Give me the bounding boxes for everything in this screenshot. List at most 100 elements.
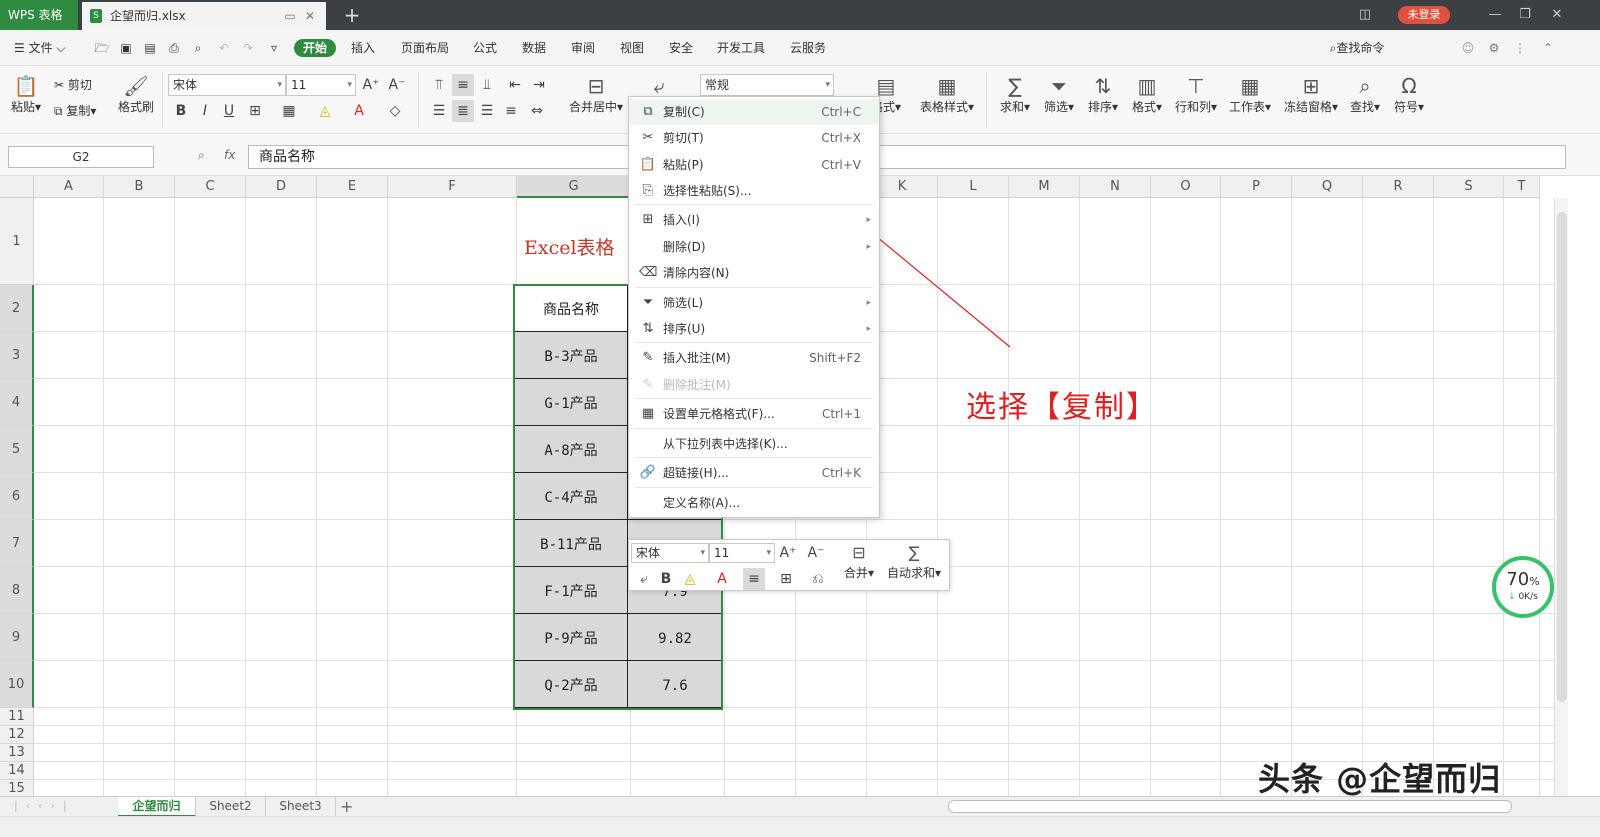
name-box[interactable]: G2: [8, 146, 154, 168]
merge-center-button[interactable]: ⊟ 合并居中▾: [566, 74, 626, 115]
column-header-c[interactable]: C: [175, 176, 246, 198]
product-cell[interactable]: Q-2产品: [514, 661, 628, 708]
login-button[interactable]: 未登录: [1398, 6, 1450, 24]
column-header-b[interactable]: B: [104, 176, 175, 198]
number-format-select[interactable]: 常规: [700, 74, 834, 96]
paste-button[interactable]: 📋 粘贴▾: [8, 74, 44, 115]
product-cell[interactable]: P-9产品: [514, 614, 628, 661]
align-left-icon[interactable]: ☰: [428, 100, 450, 122]
context-menu-item[interactable]: ✎ 删除批注(M): [629, 372, 879, 398]
bold-icon[interactable]: B: [170, 100, 192, 122]
mini-font-name-select[interactable]: 宋体: [631, 543, 709, 563]
context-menu-item[interactable]: 🔗 超链接(H)... Ctrl+K: [629, 460, 879, 486]
undo-icon[interactable]: ↶: [216, 39, 232, 57]
context-menu-item[interactable]: ▦ 设置单元格格式(F)... Ctrl+1: [629, 401, 879, 427]
h-cell-value[interactable]: 9.82: [628, 615, 722, 662]
sheet-tab-sheet2[interactable]: Sheet2: [196, 797, 266, 817]
font-color-icon[interactable]: A: [348, 100, 370, 122]
row-header-1[interactable]: 1: [0, 198, 34, 285]
column-header-g[interactable]: G: [517, 176, 631, 198]
context-menu-item[interactable]: ⊞ 插入(I) ▸: [629, 207, 879, 233]
menu-tab-page-layout[interactable]: 页面布局: [400, 39, 450, 57]
column-header-f[interactable]: F: [388, 176, 517, 198]
table-style-button[interactable]: ▦ 表格样式▾: [916, 74, 978, 115]
align-right-icon[interactable]: ☰: [476, 100, 498, 122]
more-icon[interactable]: ⋮: [1512, 39, 1528, 57]
column-header-e[interactable]: E: [317, 176, 388, 198]
wrap-text-button[interactable]: ⤶: [646, 74, 672, 98]
app-tab[interactable]: WPS 表格: [0, 0, 78, 30]
mini-format-painter-icon[interactable]: ⎌: [807, 568, 829, 590]
font-name-select[interactable]: 宋体: [168, 74, 286, 96]
mini-align-center-icon[interactable]: ≡: [743, 568, 765, 590]
add-sheet-icon[interactable]: +: [340, 797, 353, 816]
mini-merge-button[interactable]: ⊟ 合并▾: [839, 542, 879, 581]
window-layout-icon[interactable]: ◫: [1352, 0, 1378, 30]
gear-icon[interactable]: ⚙: [1486, 39, 1502, 57]
column-header-n[interactable]: N: [1080, 176, 1151, 198]
menu-tab-home[interactable]: 开始: [294, 39, 336, 57]
product-cell[interactable]: C-4产品: [514, 473, 628, 520]
increase-font-icon[interactable]: A⁺: [360, 74, 382, 96]
context-menu-item[interactable]: 从下拉列表中选择(K)...: [629, 431, 879, 457]
row-header-2[interactable]: 2: [0, 285, 34, 332]
decrease-font-icon[interactable]: A⁻: [386, 74, 408, 96]
row-col-button[interactable]: ⊤ 行和列▾: [1172, 74, 1220, 115]
menu-tab-insert[interactable]: 插入: [350, 39, 376, 57]
context-menu-item[interactable]: ⏷ 筛选(L) ▸: [629, 290, 879, 316]
cell-style-icon[interactable]: ▦: [278, 100, 300, 122]
menu-tab-cloud[interactable]: 云服务: [789, 39, 827, 57]
column-header-m[interactable]: M: [1009, 176, 1080, 198]
menu-tab-formulas[interactable]: 公式: [472, 39, 498, 57]
row-header-3[interactable]: 3: [0, 332, 34, 379]
redo-icon[interactable]: ↷: [240, 39, 256, 57]
indent-increase-icon[interactable]: ⇥: [528, 74, 550, 96]
product-cell[interactable]: B-3产品: [514, 332, 628, 379]
row-header-11[interactable]: 11: [0, 708, 34, 726]
mini-wrap-icon[interactable]: ⤶: [633, 568, 655, 590]
collapse-ribbon-icon[interactable]: ⌃: [1540, 39, 1556, 57]
row-header-12[interactable]: 12: [0, 726, 34, 744]
minimize-icon[interactable]: —: [1482, 0, 1508, 30]
column-header-o[interactable]: O: [1151, 176, 1221, 198]
sort-button[interactable]: ⇅ 排序▾: [1084, 74, 1122, 115]
underline-icon[interactable]: U: [218, 100, 240, 122]
sheet-nav-arrows-icon[interactable]: |‹‹›|: [14, 799, 75, 812]
mini-decrease-font-icon[interactable]: A⁻: [805, 542, 827, 564]
worksheet-button[interactable]: ▦ 工作表▾: [1226, 74, 1274, 115]
formula-input[interactable]: 商品名称: [248, 145, 1566, 169]
export-pdf-icon[interactable]: ▤: [142, 39, 158, 57]
row-header-5[interactable]: 5: [0, 426, 34, 473]
distributed-icon[interactable]: ⇔: [526, 100, 548, 122]
row-header-14[interactable]: 14: [0, 762, 34, 780]
context-menu-item[interactable]: 删除(D) ▸: [629, 234, 879, 260]
row-header-15[interactable]: 15: [0, 780, 34, 796]
context-menu-item[interactable]: ⇅ 排序(U) ▸: [629, 316, 879, 342]
context-menu-item[interactable]: ✂ 剪切(T) Ctrl+X: [629, 125, 879, 151]
border-icon[interactable]: ⊞: [244, 100, 266, 122]
filter-button[interactable]: ⏷ 筛选▾: [1040, 74, 1078, 115]
indent-decrease-icon[interactable]: ⇤: [504, 74, 526, 96]
column-header-l[interactable]: L: [938, 176, 1009, 198]
format-painter-button[interactable]: 🖌 格式刷: [114, 74, 158, 115]
save-icon[interactable]: ▣: [118, 39, 134, 57]
mini-fill-color-icon[interactable]: ◬: [679, 568, 701, 590]
italic-icon[interactable]: I: [194, 100, 216, 122]
menu-tab-review[interactable]: 审阅: [570, 39, 596, 57]
print-preview-icon[interactable]: ⌕: [190, 39, 206, 57]
font-size-select[interactable]: 11: [286, 74, 356, 96]
network-speed-widget[interactable]: 70% ↓ 0K/s: [1492, 556, 1554, 618]
symbol-button[interactable]: Ω 符号▾: [1390, 74, 1428, 115]
product-cell[interactable]: G-1产品: [514, 379, 628, 426]
select-all-corner[interactable]: [0, 176, 34, 198]
row-header-8[interactable]: 8: [0, 567, 34, 614]
row-header-9[interactable]: 9: [0, 614, 34, 661]
clear-format-icon[interactable]: ◇: [384, 100, 406, 122]
vertical-scroll-thumb[interactable]: [1557, 212, 1567, 702]
row-header-7[interactable]: 7: [0, 520, 34, 567]
horizontal-scrollbar[interactable]: [948, 800, 1512, 813]
menu-tab-data[interactable]: 数据: [521, 39, 547, 57]
zoom-formula-icon[interactable]: ⌕: [198, 148, 205, 163]
mini-bold-icon[interactable]: B: [655, 568, 677, 590]
align-center-icon[interactable]: ≣: [452, 100, 474, 122]
